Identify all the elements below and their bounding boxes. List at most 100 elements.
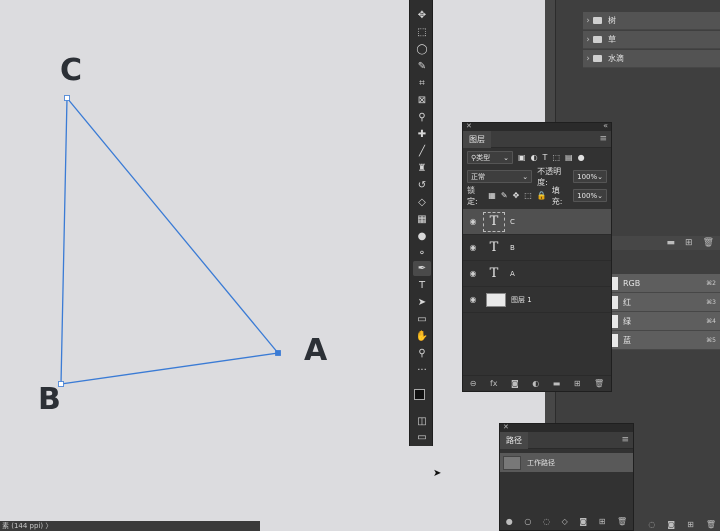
new-folder-icon[interactable]: ▬ (667, 238, 676, 248)
shape-filter-icon[interactable]: ⬚ (552, 153, 560, 162)
trash-icon[interactable]: 🗑 (617, 517, 627, 526)
chevron-right-icon[interactable]: › (583, 54, 593, 64)
eyedropper-icon[interactable]: ⚲ (413, 110, 431, 125)
channel-row[interactable]: 红 ⌘3 (610, 293, 720, 312)
tab-paths[interactable]: 路径 (500, 432, 528, 449)
channel-row[interactable]: RGB ⌘2 (610, 274, 720, 293)
quick-select-icon[interactable]: ✎ (413, 59, 431, 74)
dodge-icon[interactable]: ⚬ (413, 246, 431, 261)
eye-icon[interactable]: ◉ (463, 269, 483, 278)
type-filter-icon[interactable]: T (543, 153, 548, 162)
new-path-icon[interactable]: ⊞ (599, 517, 606, 526)
channel-row[interactable]: 绿 ⌘4 (610, 312, 720, 331)
screen-mode-icon[interactable]: ▭ (413, 430, 431, 445)
channel-row[interactable]: 蓝 ⌘5 (610, 331, 720, 350)
fill-path-icon[interactable]: ● (506, 517, 513, 526)
panel-titlebar[interactable]: ✕ (500, 423, 633, 432)
opacity-input[interactable]: 100% ⌄ (573, 170, 607, 183)
chevron-down-icon: ⌄ (597, 172, 603, 181)
channel-shortcut: ⌘2 (706, 279, 716, 287)
fill-value: 100% (577, 191, 598, 200)
type-icon[interactable]: T (413, 278, 431, 293)
blend-row: 正常 ⌄ 不透明度: 100% ⌄ (463, 167, 611, 187)
new-channel-icon[interactable]: ⊞ (687, 520, 694, 531)
link-icon[interactable]: ⊖ (470, 379, 477, 388)
adjustment-icon[interactable]: ◐ (532, 379, 539, 388)
lock-position-icon[interactable]: ✥ (513, 191, 520, 200)
eye-icon[interactable]: ◉ (463, 295, 483, 304)
trash-icon[interactable]: 🗑 (703, 238, 714, 248)
lock-artboard-icon[interactable]: ⬚ (524, 191, 532, 200)
folder-item[interactable]: › 树 (583, 12, 720, 30)
eye-icon[interactable]: ◉ (463, 243, 483, 252)
rectangle-icon[interactable]: ▭ (413, 312, 431, 327)
layer-row[interactable]: ◉ T A (463, 261, 611, 287)
make-work-path-icon[interactable]: ◇ (562, 517, 568, 526)
channel-name: 绿 (623, 316, 631, 326)
path-select-icon[interactable]: ➤ (413, 295, 431, 310)
load-selection-icon[interactable]: ◌ (648, 520, 655, 531)
panel-menu-icon[interactable]: ≡ (599, 134, 607, 144)
tools-panel: ✥ ⬚ ◯ ✎ ⌗ ⊠ ⚲ ✚ ╱ ♜ ↺ ◇ ▦ ● ⚬ ✒ T ➤ ▭ ✋ … (409, 0, 433, 446)
paths-panel: ✕ 路径 ≡ 工作路径 ● ○ ◌ ◇ ◙ ⊞ 🗑 (499, 423, 634, 531)
fill-input[interactable]: 100% ⌄ (573, 189, 607, 202)
zoom-icon[interactable]: ⚲ (413, 346, 431, 361)
eraser-icon[interactable]: ◇ (413, 195, 431, 210)
more-tools-icon[interactable]: ··· (413, 363, 431, 378)
new-layer-icon[interactable]: ⊞ (574, 379, 581, 388)
load-selection-icon[interactable]: ◌ (543, 517, 550, 526)
pixel-filter-icon[interactable]: ▣ (518, 153, 526, 162)
history-brush-icon[interactable]: ↺ (413, 178, 431, 193)
collapse-icon[interactable]: « (603, 121, 608, 130)
chevron-right-icon[interactable]: › (583, 35, 593, 45)
quick-mask-icon[interactable]: ◫ (413, 414, 431, 429)
new-item-icon[interactable]: ⊞ (685, 238, 693, 248)
clone-stamp-icon[interactable]: ♜ (413, 161, 431, 176)
foreground-color-swatch[interactable] (414, 389, 425, 400)
panel-titlebar[interactable]: ✕ « (463, 121, 611, 131)
layer-row[interactable]: ◉ T B (463, 235, 611, 261)
hand-icon[interactable]: ✋ (413, 329, 431, 344)
mask-icon[interactable]: ◙ (667, 520, 675, 531)
lock-pixels-icon[interactable]: ✎ (501, 191, 508, 200)
marquee-icon[interactable]: ⬚ (413, 25, 431, 40)
frame-icon[interactable]: ⊠ (413, 93, 431, 108)
eye-icon[interactable]: ◉ (463, 217, 483, 226)
gradient-icon[interactable]: ▦ (413, 212, 431, 227)
stroke-path-icon[interactable]: ○ (524, 517, 531, 526)
filter-kind-select[interactable]: ⚲ 类型 ⌄ (467, 151, 513, 164)
chevron-right-icon[interactable]: › (583, 16, 593, 26)
lock-transparency-icon[interactable]: ▦ (488, 191, 496, 200)
adjustment-filter-icon[interactable]: ◐ (531, 153, 538, 162)
label-b: B (38, 382, 61, 417)
brush-icon[interactable]: ╱ (413, 144, 431, 159)
channel-name: 蓝 (623, 335, 631, 345)
tab-layers[interactable]: 图层 (463, 131, 491, 148)
fx-icon[interactable]: fx (490, 379, 498, 388)
smart-object-filter-icon[interactable]: ▤ (565, 153, 573, 162)
blend-mode-select[interactable]: 正常 ⌄ (467, 170, 533, 183)
paths-tabbar: 路径 ≡ (500, 432, 633, 449)
mask-icon[interactable]: ◙ (579, 517, 587, 526)
close-icon[interactable]: ✕ (466, 122, 472, 130)
pen-icon[interactable]: ✒ (413, 261, 431, 276)
folder-item[interactable]: › 草 (583, 31, 720, 49)
label-c: C (60, 53, 83, 88)
lasso-icon[interactable]: ◯ (413, 42, 431, 57)
layer-row[interactable]: ◉ 图层 1 (463, 287, 611, 313)
trash-icon[interactable]: 🗑 (706, 520, 716, 531)
trash-icon[interactable]: 🗑 (594, 379, 604, 388)
crop-icon[interactable]: ⌗ (413, 76, 431, 91)
mask-icon[interactable]: ◙ (511, 379, 519, 388)
filter-toggle-icon[interactable]: ● (578, 153, 585, 162)
blur-icon[interactable]: ● (413, 229, 431, 244)
path-row[interactable]: 工作路径 (500, 453, 633, 472)
new-group-icon[interactable]: ▬ (553, 379, 561, 388)
folder-item[interactable]: › 水滴 (583, 50, 720, 68)
healing-brush-icon[interactable]: ✚ (413, 127, 431, 142)
layer-row[interactable]: ◉ T C (463, 209, 611, 235)
lock-all-icon[interactable]: 🔒 (537, 191, 547, 200)
move-icon[interactable]: ✥ (413, 8, 431, 23)
close-icon[interactable]: ✕ (503, 423, 509, 431)
panel-menu-icon[interactable]: ≡ (621, 435, 629, 445)
